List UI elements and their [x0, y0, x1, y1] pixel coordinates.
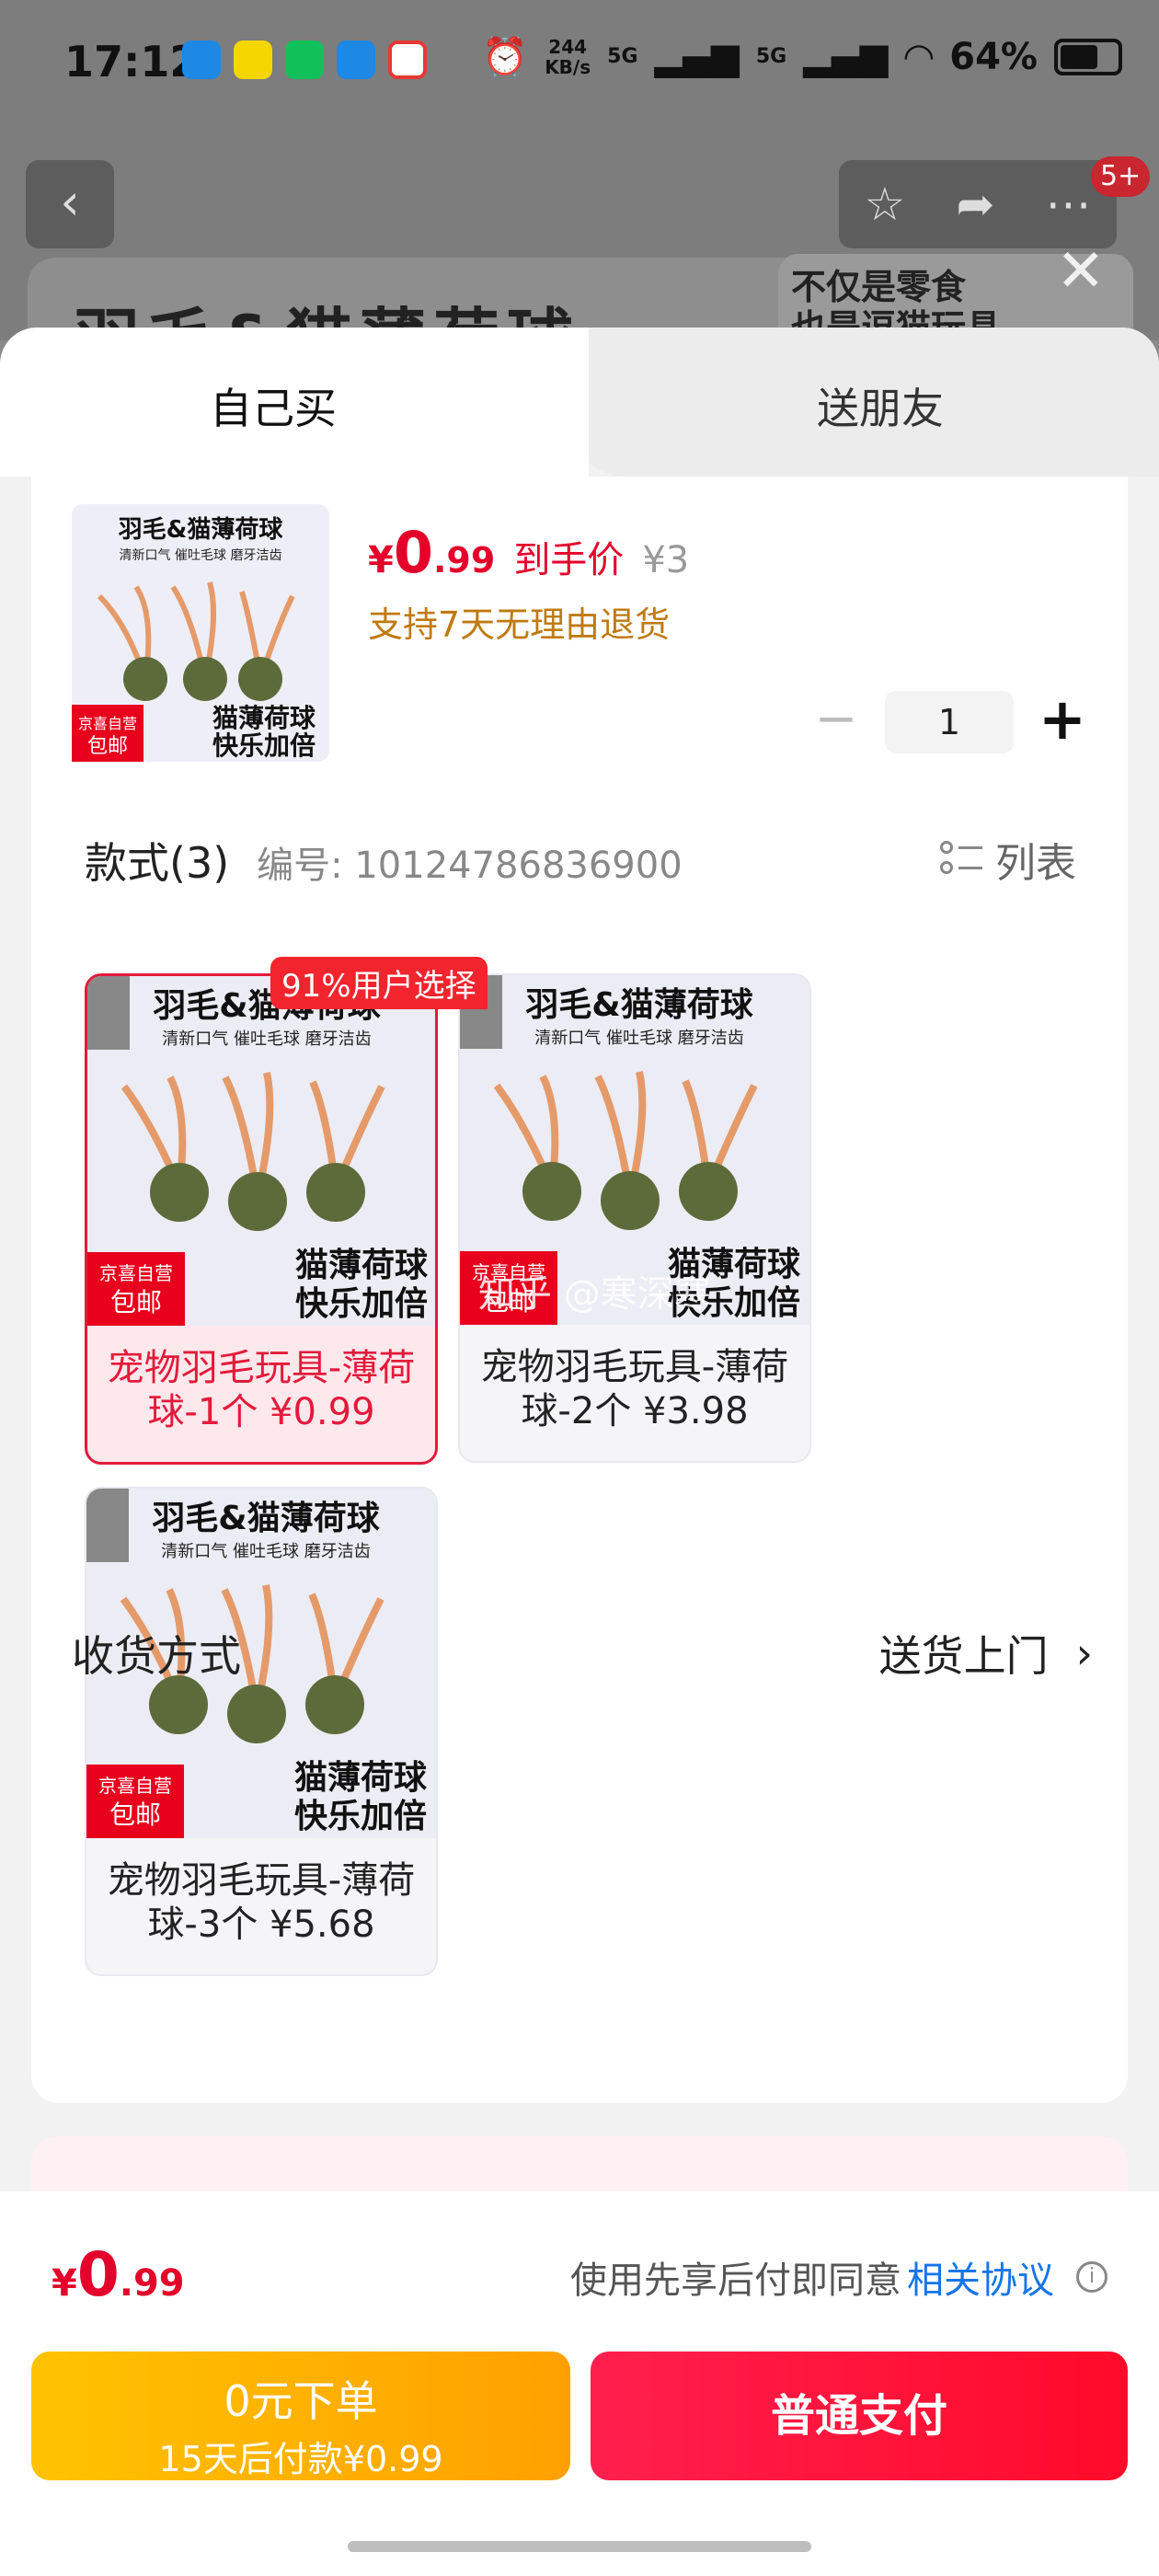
- delivery-value: 送货上门: [878, 1631, 1049, 1681]
- option-label: 宠物羽毛玩具-薄荷球-2个 ¥3.98: [480, 1346, 789, 1432]
- style-count-title: 款式(3): [85, 838, 230, 888]
- original-price: ¥3: [642, 539, 690, 581]
- tab-buy-for-self[interactable]: 自己买: [210, 375, 337, 436]
- battery-icon: [1054, 38, 1122, 75]
- signal-bars-icon: ▂▄▆: [803, 35, 889, 78]
- wifi-icon: ◠: [904, 35, 934, 78]
- notification-badge: 5+: [1091, 156, 1151, 197]
- agreement-notice: 使用先享后付即同意 相关协议 i: [570, 2250, 1107, 2304]
- app-notification-icon: [337, 40, 375, 79]
- share-icon[interactable]: ➦: [956, 178, 994, 231]
- decrease-quantity-button[interactable]: −: [804, 690, 868, 754]
- thumb-caption: 猫薄荷球: [212, 703, 316, 733]
- purchase-tabs: 自己买 送朋友: [0, 328, 1159, 477]
- thumb-badge-free-shipping: 包邮: [87, 735, 128, 758]
- checkout-bar: ¥0.99 使用先享后付即同意 相关协议 i 0元下单 15天后付款¥0.99 …: [0, 2191, 1159, 2576]
- svg-text:猫薄荷球: 猫薄荷球: [295, 1247, 429, 1284]
- delivery-method-row[interactable]: 收货方式 送货上门 ›: [72, 1623, 1093, 1684]
- signal-bars-icon: ▂▄▆: [654, 35, 740, 78]
- back-chevron-icon[interactable]: ‹: [26, 160, 114, 248]
- svg-text:快乐加倍: 快乐加倍: [295, 1285, 428, 1323]
- price-line: ¥0.99 到手价 ¥3: [368, 519, 689, 586]
- style-option-1[interactable]: 羽毛&猫薄荷球 清新口气 催吐毛球 磨牙洁齿 京喜自营 包邮 猫薄荷球 快乐加倍…: [85, 973, 438, 1465]
- thumb-subtitle: 清新口气 催吐毛球 磨牙洁齿: [120, 548, 282, 563]
- option-image: 羽毛&猫薄荷球 清新口气 催吐毛球 磨牙洁齿 京喜自营 包邮 猫薄荷球 快乐加倍…: [460, 975, 809, 1325]
- svg-text:京喜自营: 京喜自营: [99, 1262, 173, 1284]
- total-price: ¥0.99: [52, 2239, 185, 2310]
- notification-app-icons: [182, 40, 427, 79]
- star-icon[interactable]: ☆: [865, 178, 906, 231]
- thumb-title: 羽毛&猫薄荷球: [119, 516, 284, 544]
- home-indicator[interactable]: [348, 2541, 811, 2552]
- battery-percent: 64%: [949, 35, 1038, 78]
- pay-later-button[interactable]: 0元下单 15天后付款¥0.99: [31, 2352, 570, 2480]
- quantity-input[interactable]: 1: [885, 691, 1014, 753]
- alarm-icon: ⏰: [482, 36, 529, 78]
- pay-later-title: 0元下单: [224, 2376, 378, 2426]
- svg-text:羽毛&猫薄荷球: 羽毛&猫薄荷球: [525, 986, 753, 1024]
- thumb-badge-selfrun: 京喜自营: [78, 715, 137, 732]
- returns-policy: 支持7天无理由退货: [368, 604, 671, 645]
- svg-text:清新口气 催吐毛球 磨牙洁齿: 清新口气 催吐毛球 磨牙洁齿: [162, 1029, 371, 1049]
- status-bar: 17:12 ⏰ 244 KB/s 5G ▂▄▆ 5G ▂▄▆ ◠ 64%: [0, 0, 1159, 129]
- normal-pay-button[interactable]: 普通支付: [591, 2352, 1128, 2480]
- signal-5g-label: 5G: [755, 45, 787, 68]
- svg-text:京喜自营: 京喜自营: [98, 1775, 172, 1797]
- info-icon[interactable]: i: [1076, 2261, 1107, 2293]
- status-time: 17:12: [64, 37, 200, 86]
- popular-choice-badge: 91%用户选择: [270, 957, 488, 1009]
- background-product-page: ‹ ☆ ➦ ⋯ 5+ 羽毛&猫薄荷球 不仅是零食 也是逗猫玩具 ✕: [0, 129, 1159, 378]
- product-thumbnail: 羽毛&猫薄荷球 清新口气 催吐毛球 磨牙洁齿 京喜自营 包邮 猫薄荷球 快乐加倍: [72, 504, 329, 762]
- list-icon: [940, 839, 982, 880]
- list-view-label: 列表: [995, 840, 1076, 887]
- thumb-caption: 快乐加倍: [212, 730, 316, 761]
- final-price: ¥0.99: [368, 519, 496, 586]
- option-label: 宠物羽毛玩具-薄荷球-3个 ¥5.68: [107, 1859, 416, 1946]
- svg-text:清新口气 催吐毛球 磨牙洁齿: 清新口气 催吐毛球 磨牙洁齿: [534, 1029, 743, 1048]
- svg-text:羽毛&猫薄荷球: 羽毛&猫薄荷球: [152, 1500, 380, 1537]
- option-label: 宠物羽毛玩具-薄荷球-1个 ¥0.99: [107, 1347, 416, 1433]
- app-notification-icon: [234, 40, 272, 79]
- increase-quantity-button[interactable]: +: [1030, 690, 1095, 754]
- style-option-3[interactable]: 羽毛&猫薄荷球 清新口气 催吐毛球 磨牙洁齿 京喜自营 包邮 猫薄荷球 快乐加倍…: [85, 1487, 438, 1976]
- network-speed: 244 KB/s: [545, 35, 591, 78]
- tab-send-to-friend[interactable]: 送朋友: [817, 375, 944, 436]
- svg-text:包邮: 包邮: [110, 1287, 162, 1317]
- watermark: 知乎 @寒深寒: [478, 1273, 711, 1316]
- app-notification-icon: [182, 40, 221, 79]
- style-header: 款式(3) 编号: 10124786836900: [85, 830, 683, 891]
- product-code: 编号: 10124786836900: [257, 845, 683, 887]
- style-option-2[interactable]: 羽毛&猫薄荷球 清新口气 催吐毛球 磨牙洁齿 京喜自营 包邮 猫薄荷球 快乐加倍…: [458, 973, 811, 1463]
- svg-text:猫薄荷球: 猫薄荷球: [294, 1759, 428, 1797]
- final-price-label: 到手价: [513, 539, 625, 581]
- svg-text:清新口气 催吐毛球 磨牙洁齿: 清新口气 催吐毛球 磨牙洁齿: [161, 1542, 370, 1561]
- close-icon[interactable]: ✕: [1056, 237, 1106, 305]
- signal-5g-label: 5G: [607, 45, 638, 68]
- product-options-card: 羽毛&猫薄荷球 清新口气 催吐毛球 磨牙洁齿 京喜自营 包邮 猫薄荷球 快乐加倍…: [31, 477, 1128, 2103]
- chevron-right-icon: ›: [1075, 1628, 1093, 1678]
- app-notification-icon: [388, 40, 427, 79]
- delivery-label: 收货方式: [72, 1631, 241, 1681]
- more-icon[interactable]: ⋯: [1045, 178, 1091, 231]
- list-view-toggle[interactable]: 列表: [940, 830, 1076, 889]
- pay-later-subtitle: 15天后付款¥0.99: [158, 2439, 443, 2479]
- agreement-link[interactable]: 相关协议: [907, 2250, 1054, 2304]
- phone-app-icon: [285, 40, 324, 79]
- top-toolbar: ☆ ➦ ⋯: [839, 160, 1117, 248]
- svg-text:快乐加倍: 快乐加倍: [294, 1798, 427, 1835]
- quantity-stepper: − 1 +: [804, 690, 1095, 754]
- option-image: 羽毛&猫薄荷球 清新口气 催吐毛球 磨牙洁齿 京喜自营 包邮 猫薄荷球 快乐加倍: [87, 976, 435, 1326]
- agreement-text: 使用先享后付即同意: [570, 2260, 901, 2302]
- svg-text:包邮: 包邮: [109, 1800, 161, 1830]
